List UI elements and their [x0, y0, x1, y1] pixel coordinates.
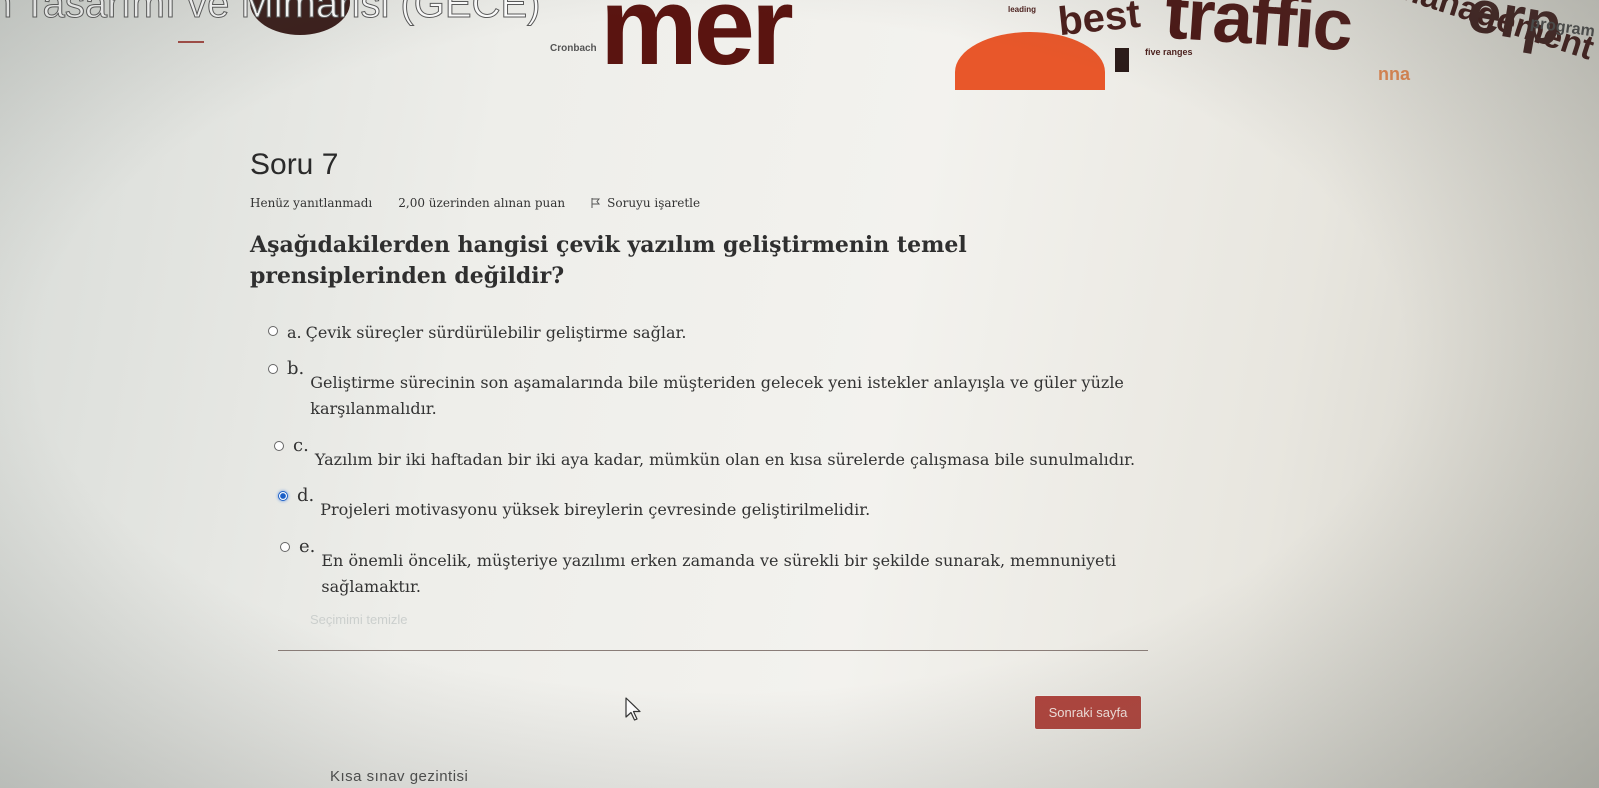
quiz-navigation-title: Kısa sınav gezintisi: [330, 768, 469, 785]
wordcloud-word: traffic: [1162, 0, 1354, 67]
question-points: 2,00 üzerinden alınan puan: [398, 196, 566, 210]
divider: [278, 650, 1148, 651]
question-panel: Soru 7 Henüz yanıtlanmadı 2,00 üzerinden…: [250, 148, 1150, 627]
answer-text: Çevik süreçler sürdürülebilir geliştirme…: [305, 322, 687, 342]
answer-text: Yazılım bir iki haftadan bir iki aya kad…: [314, 449, 1136, 469]
answer-option-b[interactable]: b. Geliştirme sürecinin son aşamalarında…: [268, 358, 1150, 423]
question-status: Henüz yanıtlanmadı: [250, 196, 373, 210]
clear-choice-link[interactable]: Seçimimi temizle: [310, 612, 1150, 627]
radio-a[interactable]: [268, 325, 278, 336]
wordcloud-word: mer: [600, 0, 794, 88]
answer-option-e[interactable]: e. En önemli öncelik, müşteriye yazılımı…: [280, 536, 1150, 601]
banner-line: [178, 41, 204, 43]
answer-option-a[interactable]: a. Çevik süreçler sürdürülebilir gelişti…: [268, 320, 1150, 346]
question-text: Aşağıdakilerden hangisi çevik yazılım ge…: [250, 232, 967, 289]
answer-letter: c.: [293, 434, 309, 456]
wordcloud-shape: [1115, 48, 1129, 72]
wordcloud-word: Cronbach: [550, 43, 597, 54]
answer-letter: b.: [287, 357, 305, 379]
next-page-button[interactable]: Sonraki sayfa: [1035, 696, 1141, 729]
wordcloud-word: leading: [1008, 5, 1037, 14]
question-title: Soru 7: [250, 148, 339, 181]
flag-icon: [591, 198, 601, 208]
mouse-cursor-icon: [625, 697, 641, 721]
radio-e[interactable]: [280, 541, 290, 552]
answer-letter: a.: [287, 322, 302, 342]
answer-text: Geliştirme sürecinin son aşamalarında bi…: [310, 372, 1124, 419]
answer-list: a. Çevik süreçler sürdürülebilir gelişti…: [268, 320, 1150, 601]
answer-letter: d.: [297, 485, 315, 507]
radio-b[interactable]: [268, 363, 278, 374]
answer-letter: e.: [299, 535, 316, 557]
flag-label: Soruyu işaretle: [607, 196, 701, 210]
answer-option-c[interactable]: c. Yazılım bir iki haftadan bir iki aya …: [274, 435, 1150, 473]
answer-option-d[interactable]: d. Projeleri motivasyonu yüksek bireyler…: [278, 485, 1150, 523]
radio-c[interactable]: [274, 440, 284, 451]
answer-text: En önemli öncelik, müşteriye yazılımı er…: [321, 550, 1117, 596]
header-banner: n Tasarımı ve Mimarisi (GECE) Cronbach m…: [0, 0, 1599, 90]
course-title: n Tasarımı ve Mimarisi (GECE): [0, 0, 541, 27]
wordcloud-word: nna: [1378, 64, 1411, 84]
radio-d[interactable]: [278, 491, 288, 502]
answer-text: Projeleri motivasyonu yüksek bireylerin …: [320, 500, 871, 520]
flag-question-link[interactable]: Soruyu işaretle: [591, 196, 700, 210]
question-meta: Henüz yanıtlanmadı 2,00 üzerinden alınan…: [250, 196, 1150, 210]
wordcloud-word: best: [1055, 0, 1143, 45]
